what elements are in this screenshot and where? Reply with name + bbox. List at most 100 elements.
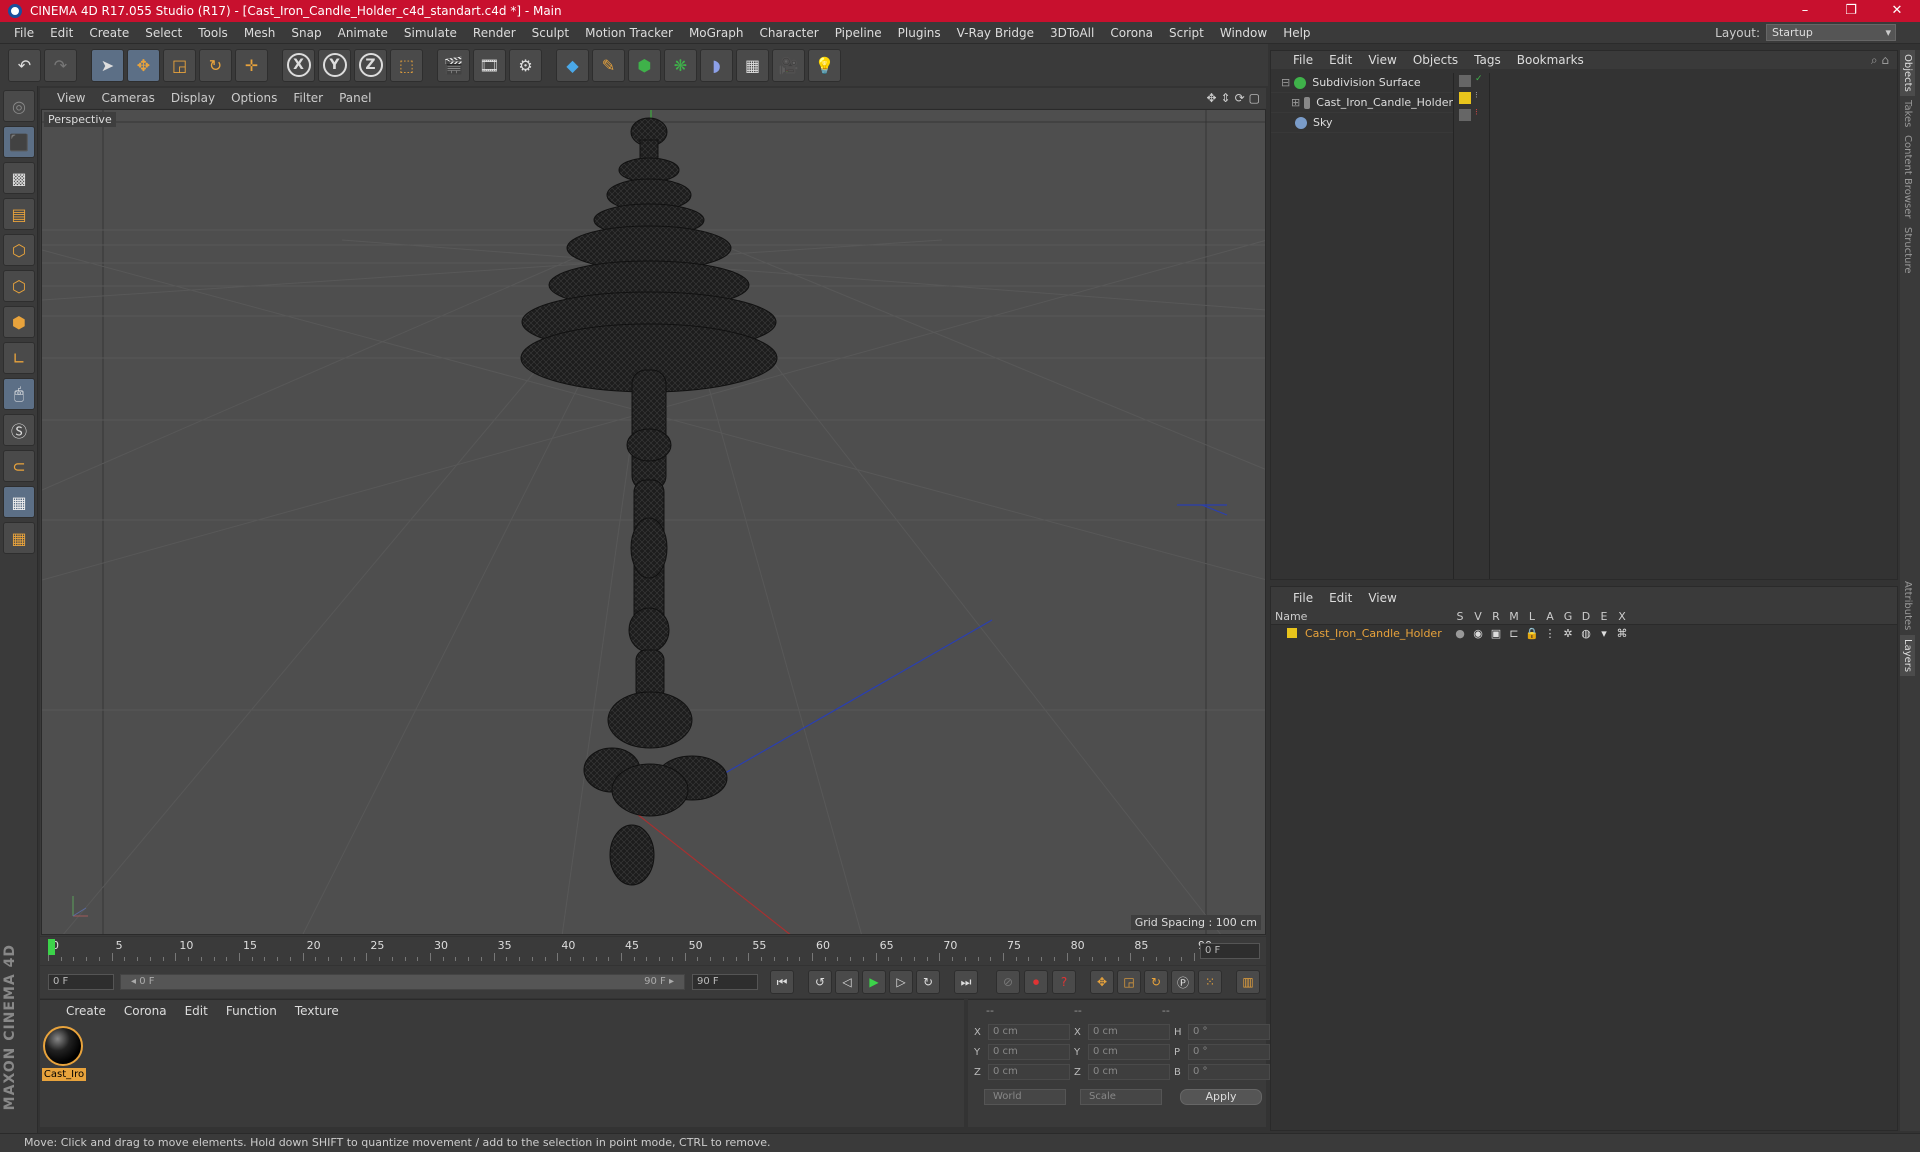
key-param-button[interactable]: Ⓟ <box>1171 970 1195 994</box>
tab-content-browser[interactable]: Content Browser <box>1900 131 1915 222</box>
layer-color-swatch[interactable] <box>1287 628 1297 638</box>
apply-button[interactable]: Apply <box>1180 1089 1262 1105</box>
material-menu-edit[interactable]: Edit <box>177 1004 216 1018</box>
menu-vray-bridge[interactable]: V-Ray Bridge <box>949 26 1042 40</box>
redo-button[interactable]: ↷ <box>44 48 77 82</box>
visibility-dot-icon[interactable]: ⁝ <box>1475 91 1483 101</box>
column-divider[interactable] <box>1489 73 1490 579</box>
menu-help[interactable]: Help <box>1275 26 1318 40</box>
material-menu-create[interactable]: Create <box>58 1004 114 1018</box>
tab-structure[interactable]: Structure <box>1900 223 1915 278</box>
coordinate-system-dropdown[interactable]: World <box>984 1089 1066 1105</box>
layer-col-view[interactable]: V <box>1469 610 1487 623</box>
key-pla-button[interactable]: ⁙ <box>1198 970 1222 994</box>
material-swatch[interactable] <box>43 1026 83 1066</box>
viewport-menu-options[interactable]: Options <box>224 91 284 105</box>
object-search-icon[interactable]: ⌕ ⌂ <box>1871 53 1897 68</box>
motion-record-button[interactable]: ⊘ <box>996 970 1020 994</box>
layer-col-solo[interactable]: S <box>1451 610 1469 623</box>
viewport-menu-panel[interactable]: Panel <box>332 91 378 105</box>
layer-col-name[interactable]: Name <box>1271 610 1451 623</box>
prev-key-button[interactable]: ↺ <box>808 970 832 994</box>
menu-plugins[interactable]: Plugins <box>890 26 949 40</box>
position-z-field[interactable]: 0 cm <box>988 1064 1070 1080</box>
viewport-menu-cameras[interactable]: Cameras <box>94 91 161 105</box>
deformer-button[interactable]: ◗ <box>700 48 733 82</box>
position-x-field[interactable]: 0 cm <box>988 1024 1070 1040</box>
size-x-field[interactable]: 0 cm <box>1088 1024 1170 1040</box>
collapse-icon[interactable]: ⊟ <box>1281 76 1290 89</box>
deformer-icon[interactable]: ◍ <box>1577 627 1595 640</box>
pan-icon[interactable]: ✥ <box>1206 91 1216 105</box>
render-settings-button[interactable]: ⚙ <box>509 48 542 82</box>
prev-frame-button[interactable]: ◁ <box>835 970 859 994</box>
planar-workplane-button[interactable]: ▦ <box>3 522 35 554</box>
play-button[interactable]: ▶ <box>862 970 886 994</box>
polygons-mode-button[interactable]: ⬢ <box>3 306 35 338</box>
layer-name[interactable]: Cast_Iron_Candle_Holder <box>1305 627 1442 640</box>
end-frame-field[interactable]: 90 F <box>692 974 758 990</box>
layers-menu-view[interactable]: View <box>1360 591 1404 605</box>
menu-sculpt[interactable]: Sculpt <box>524 26 577 40</box>
position-y-field[interactable]: 0 cm <box>988 1044 1070 1060</box>
layer-name-cell[interactable]: Cast_Iron_Candle_Holder <box>1271 627 1451 640</box>
3d-viewport[interactable]: Perspective Grid Spacing : 100 cm <box>41 109 1266 935</box>
layer-col-xrefs[interactable]: X <box>1613 610 1631 623</box>
layer-col-generators[interactable]: G <box>1559 610 1577 623</box>
layer-swatch-icon[interactable] <box>1459 109 1471 121</box>
render-icon[interactable]: ▣ <box>1487 627 1505 640</box>
viewport-menu-view[interactable]: View <box>50 91 92 105</box>
object-name[interactable]: Cast_Iron_Candle_Holder <box>1316 96 1453 109</box>
points-mode-button[interactable]: ⬡ <box>3 234 35 266</box>
pen-spline-button[interactable]: ✎ <box>592 48 625 82</box>
solo-button[interactable]: Ⓢ <box>3 414 35 446</box>
objects-menu-view[interactable]: View <box>1360 53 1404 67</box>
material-menu-function[interactable]: Function <box>218 1004 285 1018</box>
generator-icon[interactable]: ✲ <box>1559 627 1577 640</box>
camera-button[interactable]: 🎥 <box>772 48 805 82</box>
tweak-mode-button[interactable]: 🖱 <box>3 378 35 410</box>
checkmark-icon[interactable]: ✓ <box>1475 74 1483 84</box>
menu-edit[interactable]: Edit <box>42 26 81 40</box>
objects-menu-objects[interactable]: Objects <box>1405 53 1466 67</box>
object-row-candle-holder[interactable]: ⊞ Cast_Iron_Candle_Holder <box>1271 93 1453 113</box>
rotation-h-field[interactable]: 0 ° <box>1188 1024 1270 1040</box>
lock-icon[interactable]: 🔒 <box>1523 627 1541 640</box>
material-menu-corona[interactable]: Corona <box>116 1004 175 1018</box>
record-active-button[interactable]: ⏺ <box>1024 970 1048 994</box>
layers-menu-edit[interactable]: Edit <box>1321 591 1360 605</box>
timeline-window-button[interactable]: ▥ <box>1236 970 1260 994</box>
rotate-tool-button[interactable]: ↻ <box>199 48 232 82</box>
model-mode-button[interactable]: ⬛ <box>3 126 35 158</box>
objects-menu-tags[interactable]: Tags <box>1466 53 1509 67</box>
timeline-ruler[interactable]: 051015202530354045505560657075808590 <box>48 939 1212 963</box>
animation-icon[interactable]: ⋮ <box>1541 627 1559 640</box>
key-rotation-button[interactable]: ↻ <box>1144 970 1168 994</box>
objects-menu-edit[interactable]: Edit <box>1321 53 1360 67</box>
floor-button[interactable]: ▦ <box>736 48 769 82</box>
menu-file[interactable]: File <box>6 26 42 40</box>
key-scale-button[interactable]: ◲ <box>1117 970 1141 994</box>
expression-icon[interactable]: ▾ <box>1595 627 1613 640</box>
menu-mograph[interactable]: MoGraph <box>681 26 752 40</box>
tab-layers[interactable]: Layers <box>1900 634 1915 676</box>
viewport-camera-label[interactable]: Perspective <box>44 112 116 127</box>
timeline[interactable]: 051015202530354045505560657075808590 0 F <box>40 937 1266 965</box>
layout-dropdown[interactable]: Startup <box>1766 24 1896 41</box>
transform-tool-button[interactable]: ✛ <box>235 48 268 82</box>
orbit-icon[interactable]: ⟳ <box>1235 91 1245 105</box>
scale-tool-button[interactable]: ◲ <box>163 48 196 82</box>
viewport-menu-filter[interactable]: Filter <box>286 91 330 105</box>
layer-col-animation[interactable]: A <box>1541 610 1559 623</box>
close-button[interactable]: ✕ <box>1874 0 1920 22</box>
make-editable-button[interactable]: ◎ <box>3 90 35 122</box>
layer-swatch-icon[interactable] <box>1459 75 1471 87</box>
layer-row[interactable]: Cast_Iron_Candle_Holder ● ◉ ▣ ⊏ 🔒 ⋮ ✲ ◍ … <box>1271 625 1897 641</box>
menu-snap[interactable]: Snap <box>283 26 329 40</box>
object-name[interactable]: Sky <box>1313 116 1332 129</box>
rotation-p-field[interactable]: 0 ° <box>1188 1044 1270 1060</box>
menu-character[interactable]: Character <box>751 26 826 40</box>
lock-workplane-button[interactable]: ▦ <box>3 486 35 518</box>
menu-window[interactable]: Window <box>1212 26 1275 40</box>
y-axis-button[interactable]: Y <box>318 48 351 82</box>
